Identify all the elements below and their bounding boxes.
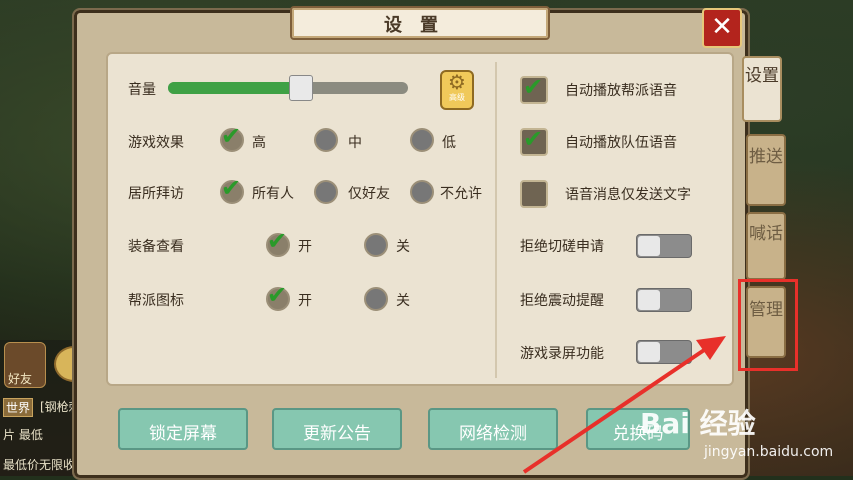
guild-icon-option: 关 — [396, 293, 410, 309]
toggle-label: 拒绝震动提醒 — [520, 293, 604, 309]
effects-mid-radio[interactable] — [314, 128, 338, 152]
equipment-option: 关 — [396, 239, 410, 255]
guild-icon-off-radio[interactable] — [364, 287, 388, 311]
residence-friends-radio[interactable] — [314, 180, 338, 204]
check-icon: ✔ — [523, 125, 544, 153]
residence-all-radio[interactable]: ✔ — [220, 174, 244, 204]
effects-high-radio[interactable]: ✔ — [220, 122, 244, 152]
effects-low-radio[interactable] — [410, 128, 434, 152]
volume-slider-handle[interactable] — [289, 75, 313, 101]
annotation-highlight-box — [738, 279, 798, 371]
check-icon: ✔ — [267, 227, 288, 255]
voice-text-only-checkbox[interactable] — [520, 180, 548, 208]
check-icon: ✔ — [267, 281, 288, 309]
volume-slider[interactable] — [168, 75, 408, 101]
advanced-label: 高级 — [449, 93, 465, 102]
toggle-label: 拒绝切磋申请 — [520, 239, 604, 255]
residence-none-radio[interactable] — [410, 180, 434, 204]
effects-option: 高 — [252, 135, 266, 151]
gear-icon: ⚙ — [448, 70, 466, 94]
guild-icon-option: 开 — [298, 293, 312, 309]
tab-label: 喊话 — [749, 224, 783, 244]
equipment-on-radio[interactable]: ✔ — [266, 227, 290, 257]
button-label: 更新公告 — [303, 424, 371, 444]
tab-label: 推送 — [749, 147, 783, 167]
chat-line: 最低价无限收 — [3, 458, 76, 472]
column-divider — [495, 62, 497, 378]
tab-push[interactable]: 推送 — [746, 134, 786, 206]
chat-channel-tag: 世界 — [3, 398, 34, 417]
volume-label: 音量 — [128, 82, 156, 98]
residence-option: 所有人 — [252, 186, 294, 202]
voice-option-label: 自动播放帮派语音 — [565, 83, 677, 99]
update-notice-button[interactable]: 更新公告 — [272, 408, 402, 450]
auto-team-voice-checkbox[interactable]: ✔ — [520, 125, 548, 156]
auto-guild-voice-checkbox[interactable]: ✔ — [520, 73, 548, 104]
voice-option-label: 语音消息仅发送文字 — [565, 187, 691, 203]
advanced-settings-button[interactable]: ⚙ 高级 — [440, 70, 474, 110]
effects-label: 游戏效果 — [128, 135, 184, 151]
watermark-brand: Bai 经验 — [640, 407, 756, 440]
button-label: 锁定屏幕 — [149, 424, 217, 444]
friends-label: 好友 — [8, 372, 33, 386]
check-icon: ✔ — [221, 122, 242, 150]
check-icon: ✔ — [523, 73, 544, 101]
toggle-knob — [638, 290, 660, 310]
refuse-vibration-toggle[interactable] — [636, 288, 692, 312]
equipment-option: 开 — [298, 239, 312, 255]
dialog-title: 设置 — [384, 15, 456, 36]
chat-line: 片 最低 — [3, 428, 43, 442]
effects-option: 低 — [442, 135, 456, 151]
check-icon: ✔ — [221, 174, 242, 202]
residence-option: 仅好友 — [348, 186, 390, 202]
volume-slider-fill — [168, 82, 300, 94]
close-icon: ✕ — [711, 12, 733, 42]
residence-option: 不允许 — [440, 186, 482, 202]
close-button[interactable]: ✕ — [702, 8, 742, 48]
refuse-duel-toggle[interactable] — [636, 234, 692, 258]
lock-screen-button[interactable]: 锁定屏幕 — [118, 408, 248, 450]
effects-option: 中 — [348, 135, 362, 151]
guild-icon-label: 帮派图标 — [128, 293, 184, 309]
toggle-knob — [638, 236, 660, 256]
tab-label: 设置 — [745, 66, 779, 86]
watermark-url: jingyan.baidu.com — [704, 444, 834, 460]
residence-label: 居所拜访 — [128, 186, 184, 202]
guild-icon-on-radio[interactable]: ✔ — [266, 281, 290, 311]
dialog-title-plate: 设置 — [290, 6, 550, 40]
voice-option-label: 自动播放队伍语音 — [565, 135, 677, 151]
tab-shout[interactable]: 喊话 — [746, 212, 786, 280]
equipment-off-radio[interactable] — [364, 233, 388, 257]
equipment-label: 装备查看 — [128, 239, 184, 255]
tab-settings[interactable]: 设置 — [742, 56, 782, 122]
